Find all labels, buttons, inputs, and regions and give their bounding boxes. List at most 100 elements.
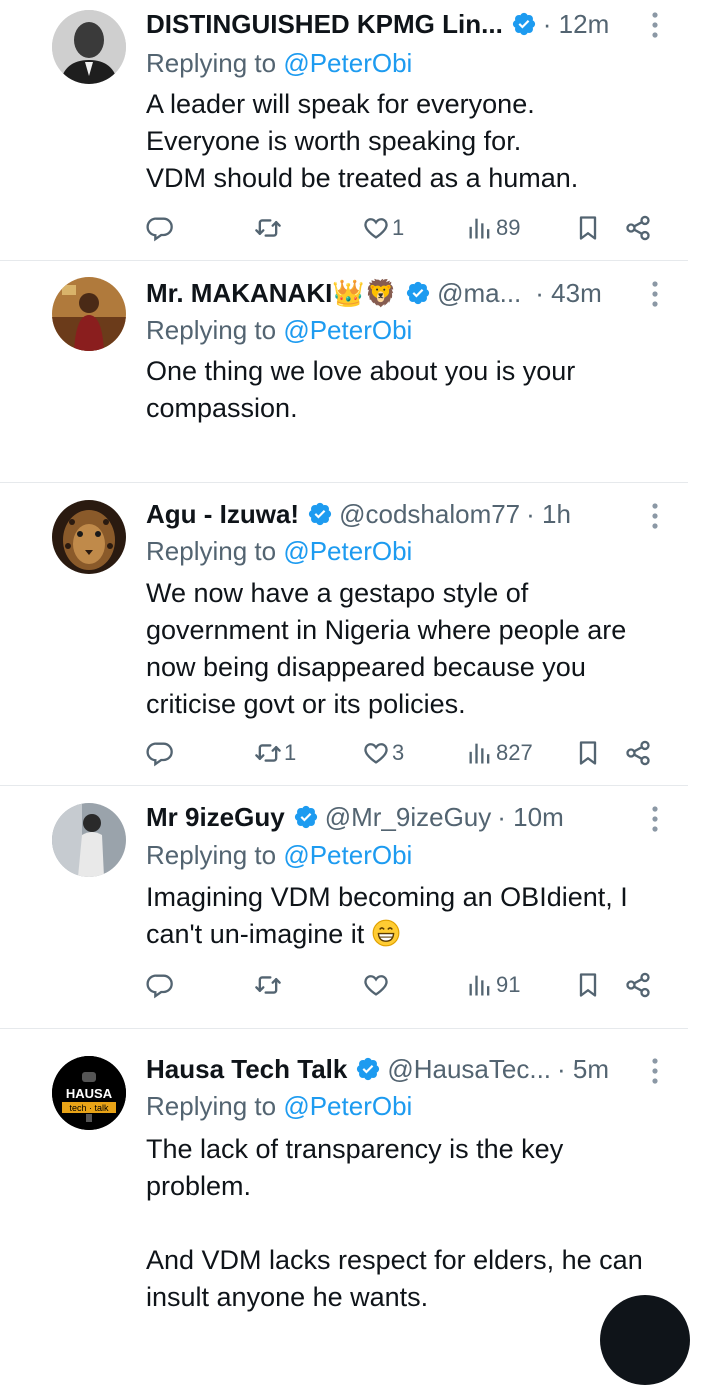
like-button[interactable]: 3 xyxy=(362,733,404,773)
verified-badge-icon xyxy=(293,804,319,830)
reply-header: Mr 9izeGuy @Mr_9izeGuy · 10m xyxy=(146,797,660,837)
timestamp[interactable]: · 10m xyxy=(497,802,563,833)
reply-button[interactable] xyxy=(146,965,176,1005)
bookmark-button[interactable] xyxy=(574,965,602,1005)
repost-icon xyxy=(254,214,282,242)
grinning-face-emoji-icon xyxy=(372,919,400,947)
avatar[interactable] xyxy=(52,500,126,574)
display-name[interactable]: Hausa Tech Talk xyxy=(146,1054,347,1085)
handle[interactable]: @codshalom77 xyxy=(339,499,520,530)
reply-text: A leader will speak for everyone. Everyo… xyxy=(146,89,579,193)
action-bar: 1 3 827 xyxy=(146,733,656,773)
timestamp[interactable]: · 1h xyxy=(526,499,571,530)
timestamp[interactable]: · 12m xyxy=(543,9,609,40)
replying-to: Replying to @PeterObi xyxy=(146,536,412,567)
timestamp[interactable]: · 43m xyxy=(535,278,601,309)
reply-item[interactable]: DISTINGUISHED KPMG Lin... · 12m Replying… xyxy=(0,0,720,260)
reply-item[interactable]: Mr 9izeGuy @Mr_9izeGuy · 10m Replying to… xyxy=(0,786,720,1028)
verified-badge-icon xyxy=(355,1056,381,1082)
handle[interactable]: @Mr_9izeGuy xyxy=(325,802,492,833)
share-button[interactable] xyxy=(624,733,652,773)
replying-to-label: Replying to xyxy=(146,840,284,870)
action-bar: 91 xyxy=(146,965,656,1005)
action-bar: 1 89 xyxy=(146,208,656,248)
share-icon xyxy=(624,214,652,242)
display-name[interactable]: Agu - Izuwa! xyxy=(146,499,299,530)
reply-header: DISTINGUISHED KPMG Lin... · 12m xyxy=(146,4,660,44)
more-options-icon[interactable] xyxy=(648,10,662,40)
display-name[interactable]: DISTINGUISHED KPMG Lin... xyxy=(146,9,503,40)
reply-header: Agu - Izuwa! @codshalom77 · 1h xyxy=(146,494,660,534)
reply-text: We now have a gestapo style of governmen… xyxy=(146,578,627,719)
reply-text-container: Imagining VDM becoming an OBIdient, I ca… xyxy=(146,879,676,953)
views-count: 827 xyxy=(496,740,533,765)
views-icon xyxy=(466,739,494,767)
more-options-icon[interactable] xyxy=(648,501,662,531)
views-icon xyxy=(466,971,494,999)
display-name[interactable]: Mr 9izeGuy xyxy=(146,802,285,833)
replying-to: Replying to @PeterObi xyxy=(146,840,412,871)
handle[interactable]: @ma... xyxy=(437,278,521,309)
reply-item[interactable]: HAUSA tech · talk Hausa Tech Talk @Hausa… xyxy=(0,1029,720,1315)
reply-button[interactable] xyxy=(146,208,176,248)
reply-header: Hausa Tech Talk @HausaTec... · 5m xyxy=(146,1049,660,1089)
replying-to-label: Replying to xyxy=(146,536,284,566)
repost-count: 1 xyxy=(284,740,297,765)
reply-item[interactable]: Agu - Izuwa! @codshalom77 · 1h Replying … xyxy=(0,483,720,785)
bookmark-icon xyxy=(574,739,602,767)
more-options-icon[interactable] xyxy=(648,279,662,309)
like-button[interactable] xyxy=(362,965,392,1005)
bookmark-button[interactable] xyxy=(574,733,602,773)
repost-button[interactable]: 1 xyxy=(254,733,296,773)
replying-to-label: Replying to xyxy=(146,48,284,78)
mention-link[interactable]: @PeterObi xyxy=(283,536,412,566)
views-button[interactable]: 91 xyxy=(466,965,520,1005)
verified-badge-icon xyxy=(405,280,431,306)
like-icon xyxy=(362,971,390,999)
avatar-text-top: HAUSA xyxy=(66,1086,113,1101)
mention-link[interactable]: @PeterObi xyxy=(283,1091,412,1121)
reply-item[interactable]: Mr. MAKANAKI👑🦁 @ma... · 43m Replying to … xyxy=(0,261,720,482)
reply-icon xyxy=(146,214,174,242)
compose-button[interactable] xyxy=(600,1295,690,1385)
replying-to-label: Replying to xyxy=(146,315,284,345)
more-options-icon[interactable] xyxy=(648,804,662,834)
like-count: 3 xyxy=(392,740,405,765)
replying-to-label: Replying to xyxy=(146,1091,284,1121)
like-button[interactable]: 1 xyxy=(362,208,404,248)
display-name[interactable]: Mr. MAKANAKI👑🦁 xyxy=(146,278,397,309)
views-button[interactable]: 827 xyxy=(466,733,533,773)
more-options-icon[interactable] xyxy=(648,1056,662,1086)
views-count: 89 xyxy=(496,215,521,240)
share-button[interactable] xyxy=(624,208,652,248)
reply-button[interactable] xyxy=(146,733,176,773)
avatar[interactable] xyxy=(52,10,126,84)
like-icon xyxy=(362,214,390,242)
avatar-text-bottom: tech · talk xyxy=(69,1103,109,1113)
repost-icon xyxy=(254,971,282,999)
views-button[interactable]: 89 xyxy=(466,208,520,248)
mention-link[interactable]: @PeterObi xyxy=(283,315,412,345)
repost-button[interactable] xyxy=(254,965,284,1005)
timestamp[interactable]: · 5m xyxy=(557,1054,609,1085)
repost-button[interactable] xyxy=(254,208,284,248)
verified-badge-icon xyxy=(511,11,537,37)
mention-link[interactable]: @PeterObi xyxy=(283,48,412,78)
bookmark-icon xyxy=(574,971,602,999)
share-button[interactable] xyxy=(624,965,652,1005)
avatar[interactable]: HAUSA tech · talk xyxy=(52,1056,126,1130)
views-icon xyxy=(466,214,494,242)
share-icon xyxy=(624,739,652,767)
mention-link[interactable]: @PeterObi xyxy=(283,840,412,870)
reply-icon xyxy=(146,971,174,999)
reply-header: Mr. MAKANAKI👑🦁 @ma... · 43m xyxy=(146,273,660,313)
like-count: 1 xyxy=(392,215,405,240)
avatar[interactable] xyxy=(52,277,126,351)
replying-to: Replying to @PeterObi xyxy=(146,315,412,346)
handle[interactable]: @HausaTec... xyxy=(387,1054,551,1085)
avatar[interactable] xyxy=(52,803,126,877)
replying-to: Replying to @PeterObi xyxy=(146,48,412,79)
replying-to: Replying to @PeterObi xyxy=(146,1091,412,1122)
views-count: 91 xyxy=(496,972,521,997)
bookmark-button[interactable] xyxy=(574,208,602,248)
